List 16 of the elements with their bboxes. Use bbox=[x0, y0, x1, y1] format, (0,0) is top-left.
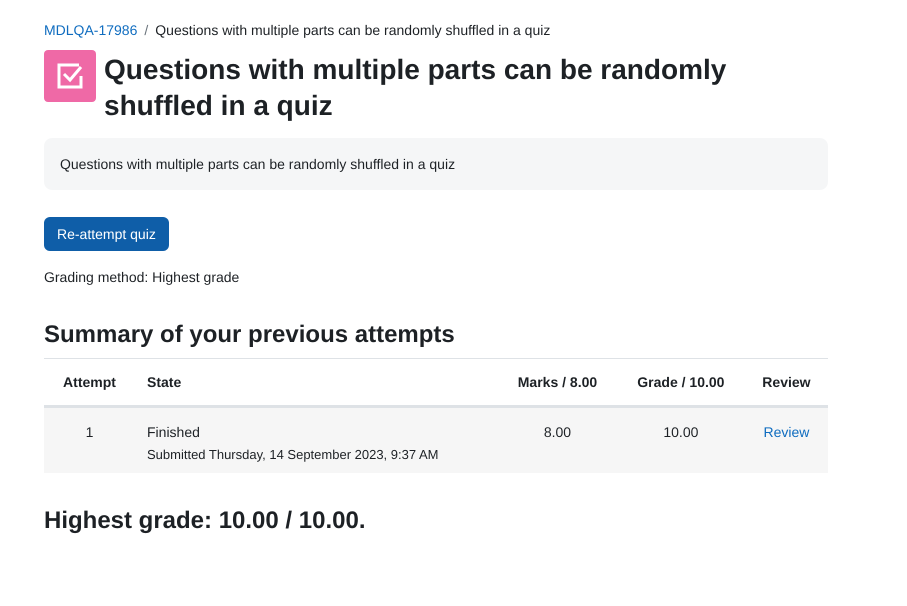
page-title: Questions with multiple parts can be randomly shuffled in a quiz bbox=[104, 53, 728, 123]
reattempt-button[interactable]: Re-attempt quiz bbox=[44, 217, 169, 251]
table-cell: 10.00 bbox=[616, 406, 745, 473]
submitted-text: Submitted Thursday, 14 September 2023, 9:37 AM bbox=[147, 447, 440, 462]
checkbox-icon bbox=[44, 50, 96, 102]
breadcrumb-link[interactable]: MDLQA-17986 bbox=[44, 22, 138, 38]
description-box: Questions with multiple parts can be randomly shuffled in a quiz bbox=[44, 138, 828, 190]
table-cell: 1 bbox=[44, 406, 135, 473]
highest-grade: Highest grade: 10.00 / 10.00. bbox=[44, 507, 366, 535]
grading-method: Grading method: Highest grade bbox=[44, 269, 240, 285]
table-cell: 8.00 bbox=[498, 406, 617, 473]
breadcrumb-separator: / bbox=[144, 22, 148, 38]
section-heading: Summary of your previous attempts bbox=[44, 321, 456, 349]
state-text: Finished bbox=[147, 424, 201, 440]
review-link[interactable]: Review bbox=[763, 424, 810, 440]
breadcrumb-current: Questions with multiple parts can be randomly shuffled in a quiz bbox=[155, 22, 550, 38]
